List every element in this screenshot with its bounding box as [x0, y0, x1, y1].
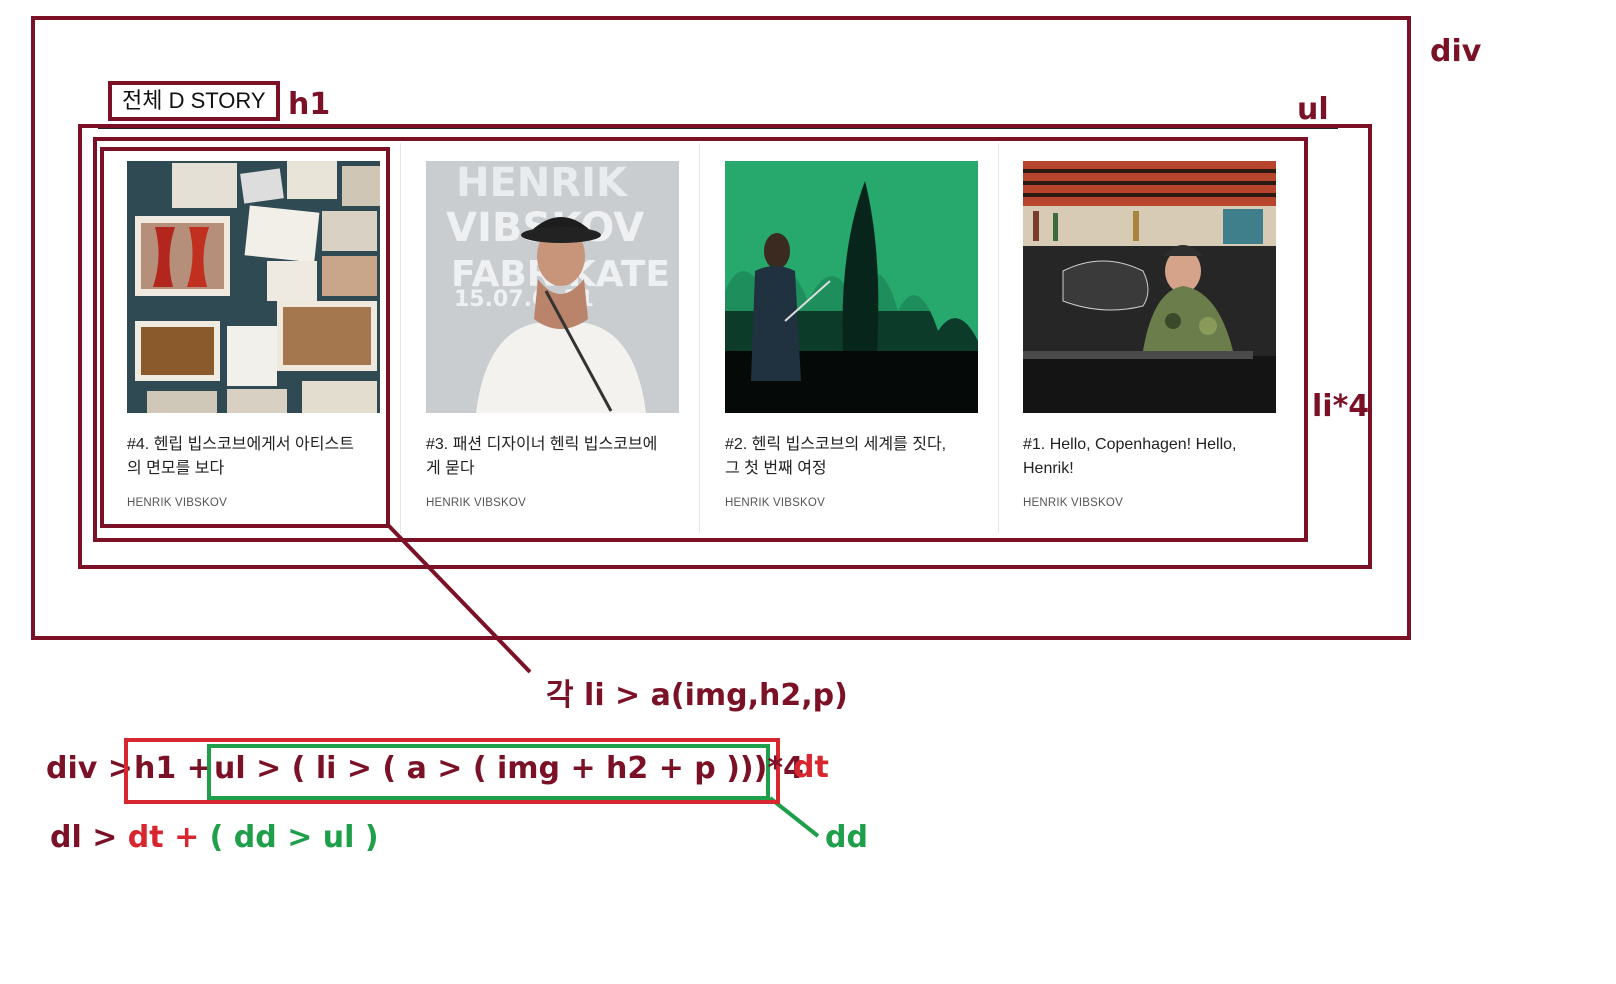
formula-2: dl > dt + ( dd > ul ): [50, 820, 379, 855]
label-each-li: 각 li > a(img,h2,p): [546, 678, 848, 713]
formula-1-prefix: div >: [46, 751, 133, 786]
formula-2-dd: ( dd > ul ): [209, 820, 379, 855]
formula-2-dt: dt: [127, 820, 164, 855]
formula-2-prefix: dl >: [50, 820, 128, 855]
label-dd: dd: [825, 820, 868, 855]
formula-2-plus: +: [163, 820, 210, 855]
formula-1-h1: h1 +: [134, 751, 212, 786]
label-dt: dt: [793, 750, 829, 785]
formula-1-ul: ul > ( li > ( a > ( img + h2 + p )))*4: [214, 751, 804, 786]
